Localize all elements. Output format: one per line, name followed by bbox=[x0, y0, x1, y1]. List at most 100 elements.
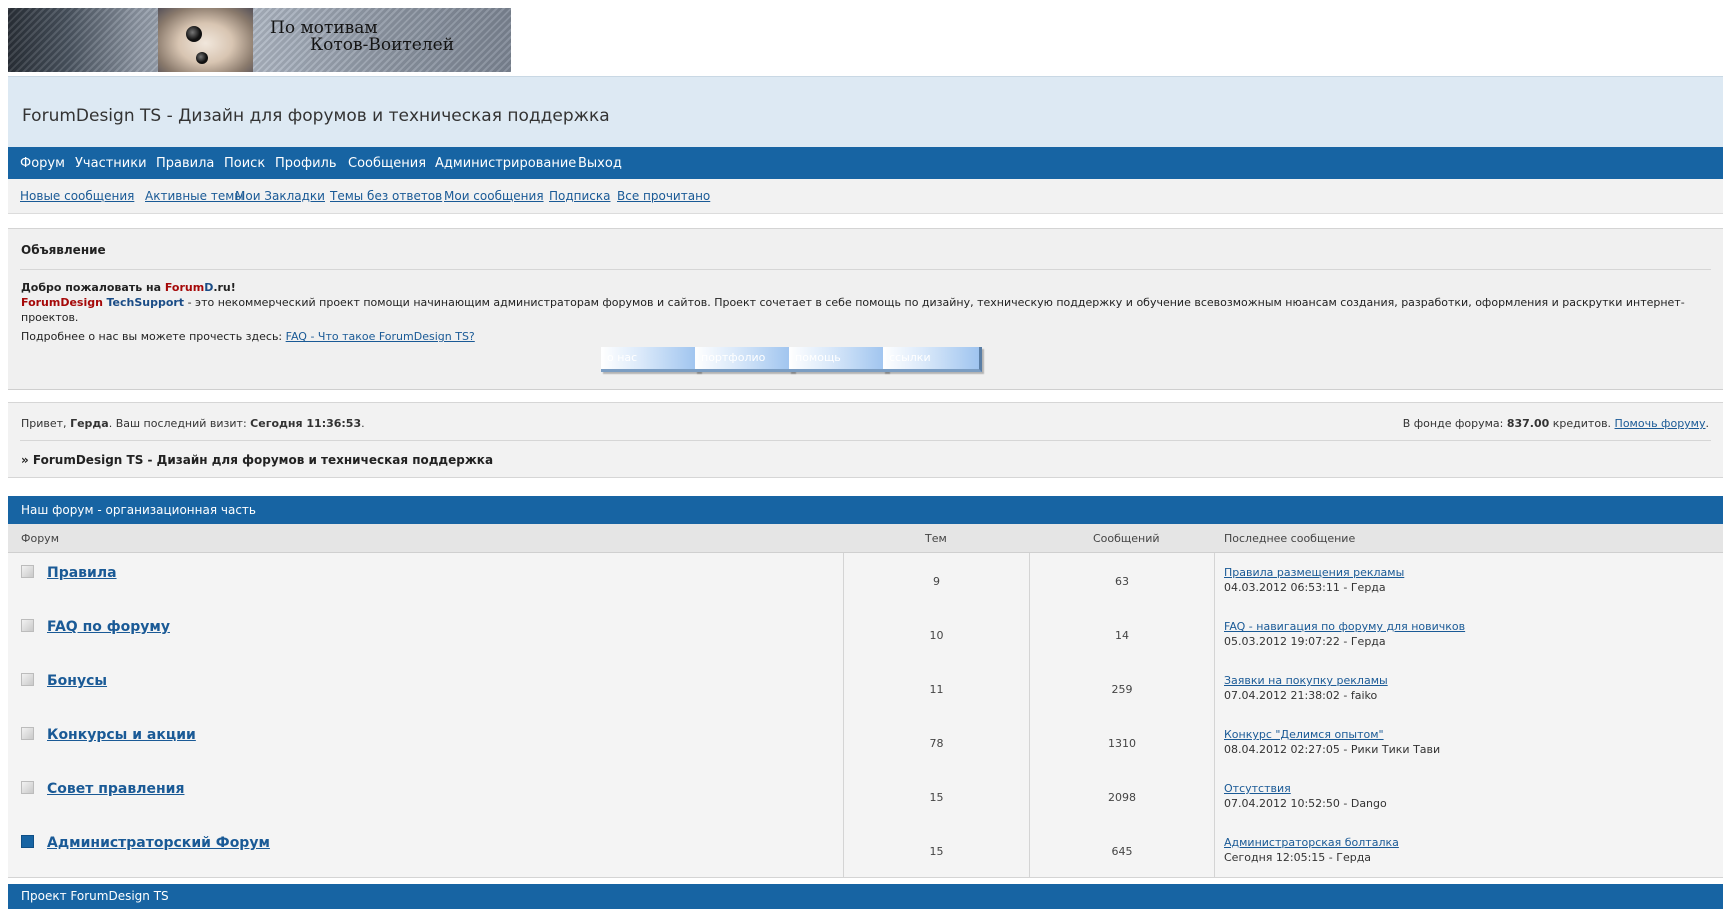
forum-cell: FAQ по форуму bbox=[8, 607, 844, 661]
posts-cell: 259 bbox=[1030, 661, 1215, 715]
forum-row: FAQ по форуму 10 14 FAQ - навигация по ф… bbox=[8, 607, 1723, 662]
breadcrumb[interactable]: » ForumDesign TS - Дизайн для форумов и … bbox=[21, 453, 493, 467]
more-info-line: Подробнее о нас вы можете прочесть здесь… bbox=[21, 330, 475, 343]
site-title: ForumDesign TS - Дизайн для форумов и те… bbox=[22, 106, 610, 126]
donate-link[interactable]: Помочь форуму bbox=[1615, 417, 1706, 430]
forum-link[interactable]: Бонусы bbox=[47, 673, 107, 689]
cat-eye bbox=[196, 52, 208, 64]
forum-cell: Конкурсы и акции bbox=[8, 715, 844, 769]
nav-admin[interactable]: Администрирование bbox=[435, 156, 576, 171]
user-welcome-block: Привет, Герда. Ваш последний визит: Сего… bbox=[8, 402, 1723, 478]
last-post-link[interactable]: Отсутствия bbox=[1224, 782, 1291, 795]
topics-cell: 78 bbox=[844, 715, 1030, 769]
more-prefix: Подробнее о нас вы можете прочесть здесь… bbox=[21, 330, 286, 343]
portfolio-label: портфолио bbox=[701, 351, 766, 364]
forum-row: Совет правления 15 2098 Отсутствия 07.04… bbox=[8, 769, 1723, 824]
subnav-mark-read[interactable]: Все прочитано bbox=[617, 189, 710, 203]
posts-count: 63 bbox=[1115, 575, 1129, 588]
faq-link[interactable]: FAQ - Что такое ForumDesign TS? bbox=[286, 330, 475, 343]
col-last-post: Последнее сообщение bbox=[1224, 532, 1356, 545]
posts-count: 259 bbox=[1111, 683, 1133, 696]
col-forum: Форум bbox=[21, 532, 59, 545]
column-headers: Форум Тем Сообщений Последнее сообщение bbox=[8, 524, 1723, 553]
cat-eye bbox=[186, 26, 202, 42]
last-post-meta: 04.03.2012 06:53:11 - Герда bbox=[1224, 581, 1386, 594]
last-post-link[interactable]: Правила размещения рекламы bbox=[1224, 566, 1404, 579]
forum-link[interactable]: Конкурсы и акции bbox=[47, 727, 196, 743]
forum-row: Бонусы 11 259 Заявки на покупку рекламы … bbox=[8, 661, 1723, 716]
site-title-strip: ForumDesign TS - Дизайн для форумов и те… bbox=[8, 76, 1723, 147]
posts-cell: 2098 bbox=[1030, 769, 1215, 823]
forum-row: Администраторский Форум 15 645 Администр… bbox=[8, 823, 1723, 878]
posts-count: 645 bbox=[1111, 845, 1133, 858]
fund-suffix: кредитов. bbox=[1549, 417, 1615, 430]
visit-prefix: . Ваш последний визит: bbox=[108, 417, 251, 430]
subnav-unanswered[interactable]: Темы без ответов bbox=[330, 189, 442, 203]
portfolio-button[interactable]: портфолио bbox=[695, 347, 794, 372]
links-label: ссылки bbox=[889, 351, 931, 364]
category-title: Наш форум - организационная часть bbox=[21, 503, 256, 517]
topics-count: 78 bbox=[929, 737, 944, 750]
forum-link[interactable]: Администраторский Форум bbox=[47, 835, 270, 851]
description-text: - это некоммерческий проект помощи начин… bbox=[21, 296, 1685, 324]
nav-messages[interactable]: Сообщения bbox=[348, 156, 426, 171]
help-button[interactable]: помощь bbox=[789, 347, 888, 372]
last-post-link[interactable]: Конкурс "Делимся опытом" bbox=[1224, 728, 1384, 741]
category-header[interactable]: Наш форум - организационная часть bbox=[8, 496, 1723, 524]
topics-count: 11 bbox=[929, 683, 944, 696]
forum-read-icon bbox=[21, 565, 34, 578]
forum-row: Правила 9 63 Правила размещения рекламы … bbox=[8, 553, 1723, 608]
forum-read-icon bbox=[21, 619, 34, 632]
forum-cell: Правила bbox=[8, 553, 844, 607]
subnav-active-topics[interactable]: Активные темы bbox=[145, 189, 244, 203]
posts-count: 14 bbox=[1115, 629, 1129, 642]
topics-cell: 11 bbox=[844, 661, 1030, 715]
forum-row: Конкурсы и акции 78 1310 Конкурс "Делимс… bbox=[8, 715, 1723, 770]
visit-suffix: . bbox=[361, 417, 365, 430]
last-post-link[interactable]: FAQ - навигация по форуму для новичков bbox=[1224, 620, 1465, 633]
posts-cell: 645 bbox=[1030, 823, 1215, 877]
nav-rules[interactable]: Правила bbox=[156, 156, 214, 171]
divider bbox=[20, 269, 1711, 270]
banner-logo[interactable]: По мотивам Котов-Воителей bbox=[8, 8, 511, 72]
subnav-bookmarks[interactable]: Мои Закладки bbox=[235, 189, 325, 203]
topics-count: 10 bbox=[929, 629, 944, 642]
nav-profile[interactable]: Профиль bbox=[275, 156, 337, 171]
links-button[interactable]: ссылки bbox=[883, 347, 982, 372]
greeting-text: Привет, bbox=[21, 417, 71, 430]
nav-logout[interactable]: Выход bbox=[578, 156, 622, 171]
forum-link[interactable]: FAQ по форуму bbox=[47, 619, 170, 635]
welcome-line: Добро пожаловать на ForumD.ru! bbox=[21, 281, 236, 294]
forum-fund: В фонде форума: 837.00 кредитов. Помочь … bbox=[1403, 417, 1709, 430]
topics-cell: 15 bbox=[844, 769, 1030, 823]
posts-count: 2098 bbox=[1108, 791, 1136, 804]
nav-forum[interactable]: Форум bbox=[20, 156, 65, 171]
forum-read-icon bbox=[21, 781, 34, 794]
category-header-project[interactable]: Проект ForumDesign TS bbox=[8, 884, 1723, 909]
category-title: Проект ForumDesign TS bbox=[21, 889, 169, 903]
topics-count: 15 bbox=[929, 791, 944, 804]
last-post-link[interactable]: Администраторская болталка bbox=[1224, 836, 1399, 849]
last-post-meta: 07.04.2012 10:52:50 - Dango bbox=[1224, 797, 1387, 810]
nav-members[interactable]: Участники bbox=[75, 156, 147, 171]
fund-end: . bbox=[1705, 417, 1710, 430]
posts-cell: 63 bbox=[1030, 553, 1215, 607]
about-button[interactable]: о нас bbox=[601, 347, 700, 372]
posts-cell: 14 bbox=[1030, 607, 1215, 661]
last-post-link[interactable]: Заявки на покупку рекламы bbox=[1224, 674, 1388, 687]
brand-d: D bbox=[204, 281, 214, 294]
subnav-my-posts[interactable]: Мои сообщения bbox=[444, 189, 544, 203]
topics-count: 9 bbox=[933, 575, 940, 588]
forum-link[interactable]: Совет правления bbox=[47, 781, 184, 797]
posts-count: 1310 bbox=[1108, 737, 1136, 750]
subnav-subscriptions[interactable]: Подписка bbox=[549, 189, 611, 203]
brand-forum: Forum bbox=[164, 281, 205, 294]
forum-link[interactable]: Правила bbox=[47, 565, 117, 581]
sub-nav: Новые сообщения Активные темы Мои Заклад… bbox=[8, 179, 1723, 214]
fund-value: 837.00 bbox=[1506, 417, 1550, 430]
last-post-cell: Заявки на покупку рекламы 07.04.2012 21:… bbox=[1215, 661, 1723, 715]
last-visit: Сегодня 11:36:53 bbox=[250, 417, 362, 430]
subnav-new-posts[interactable]: Новые сообщения bbox=[20, 189, 134, 203]
fund-prefix: В фонде форума: bbox=[1402, 417, 1507, 430]
nav-search[interactable]: Поиск bbox=[224, 156, 265, 171]
